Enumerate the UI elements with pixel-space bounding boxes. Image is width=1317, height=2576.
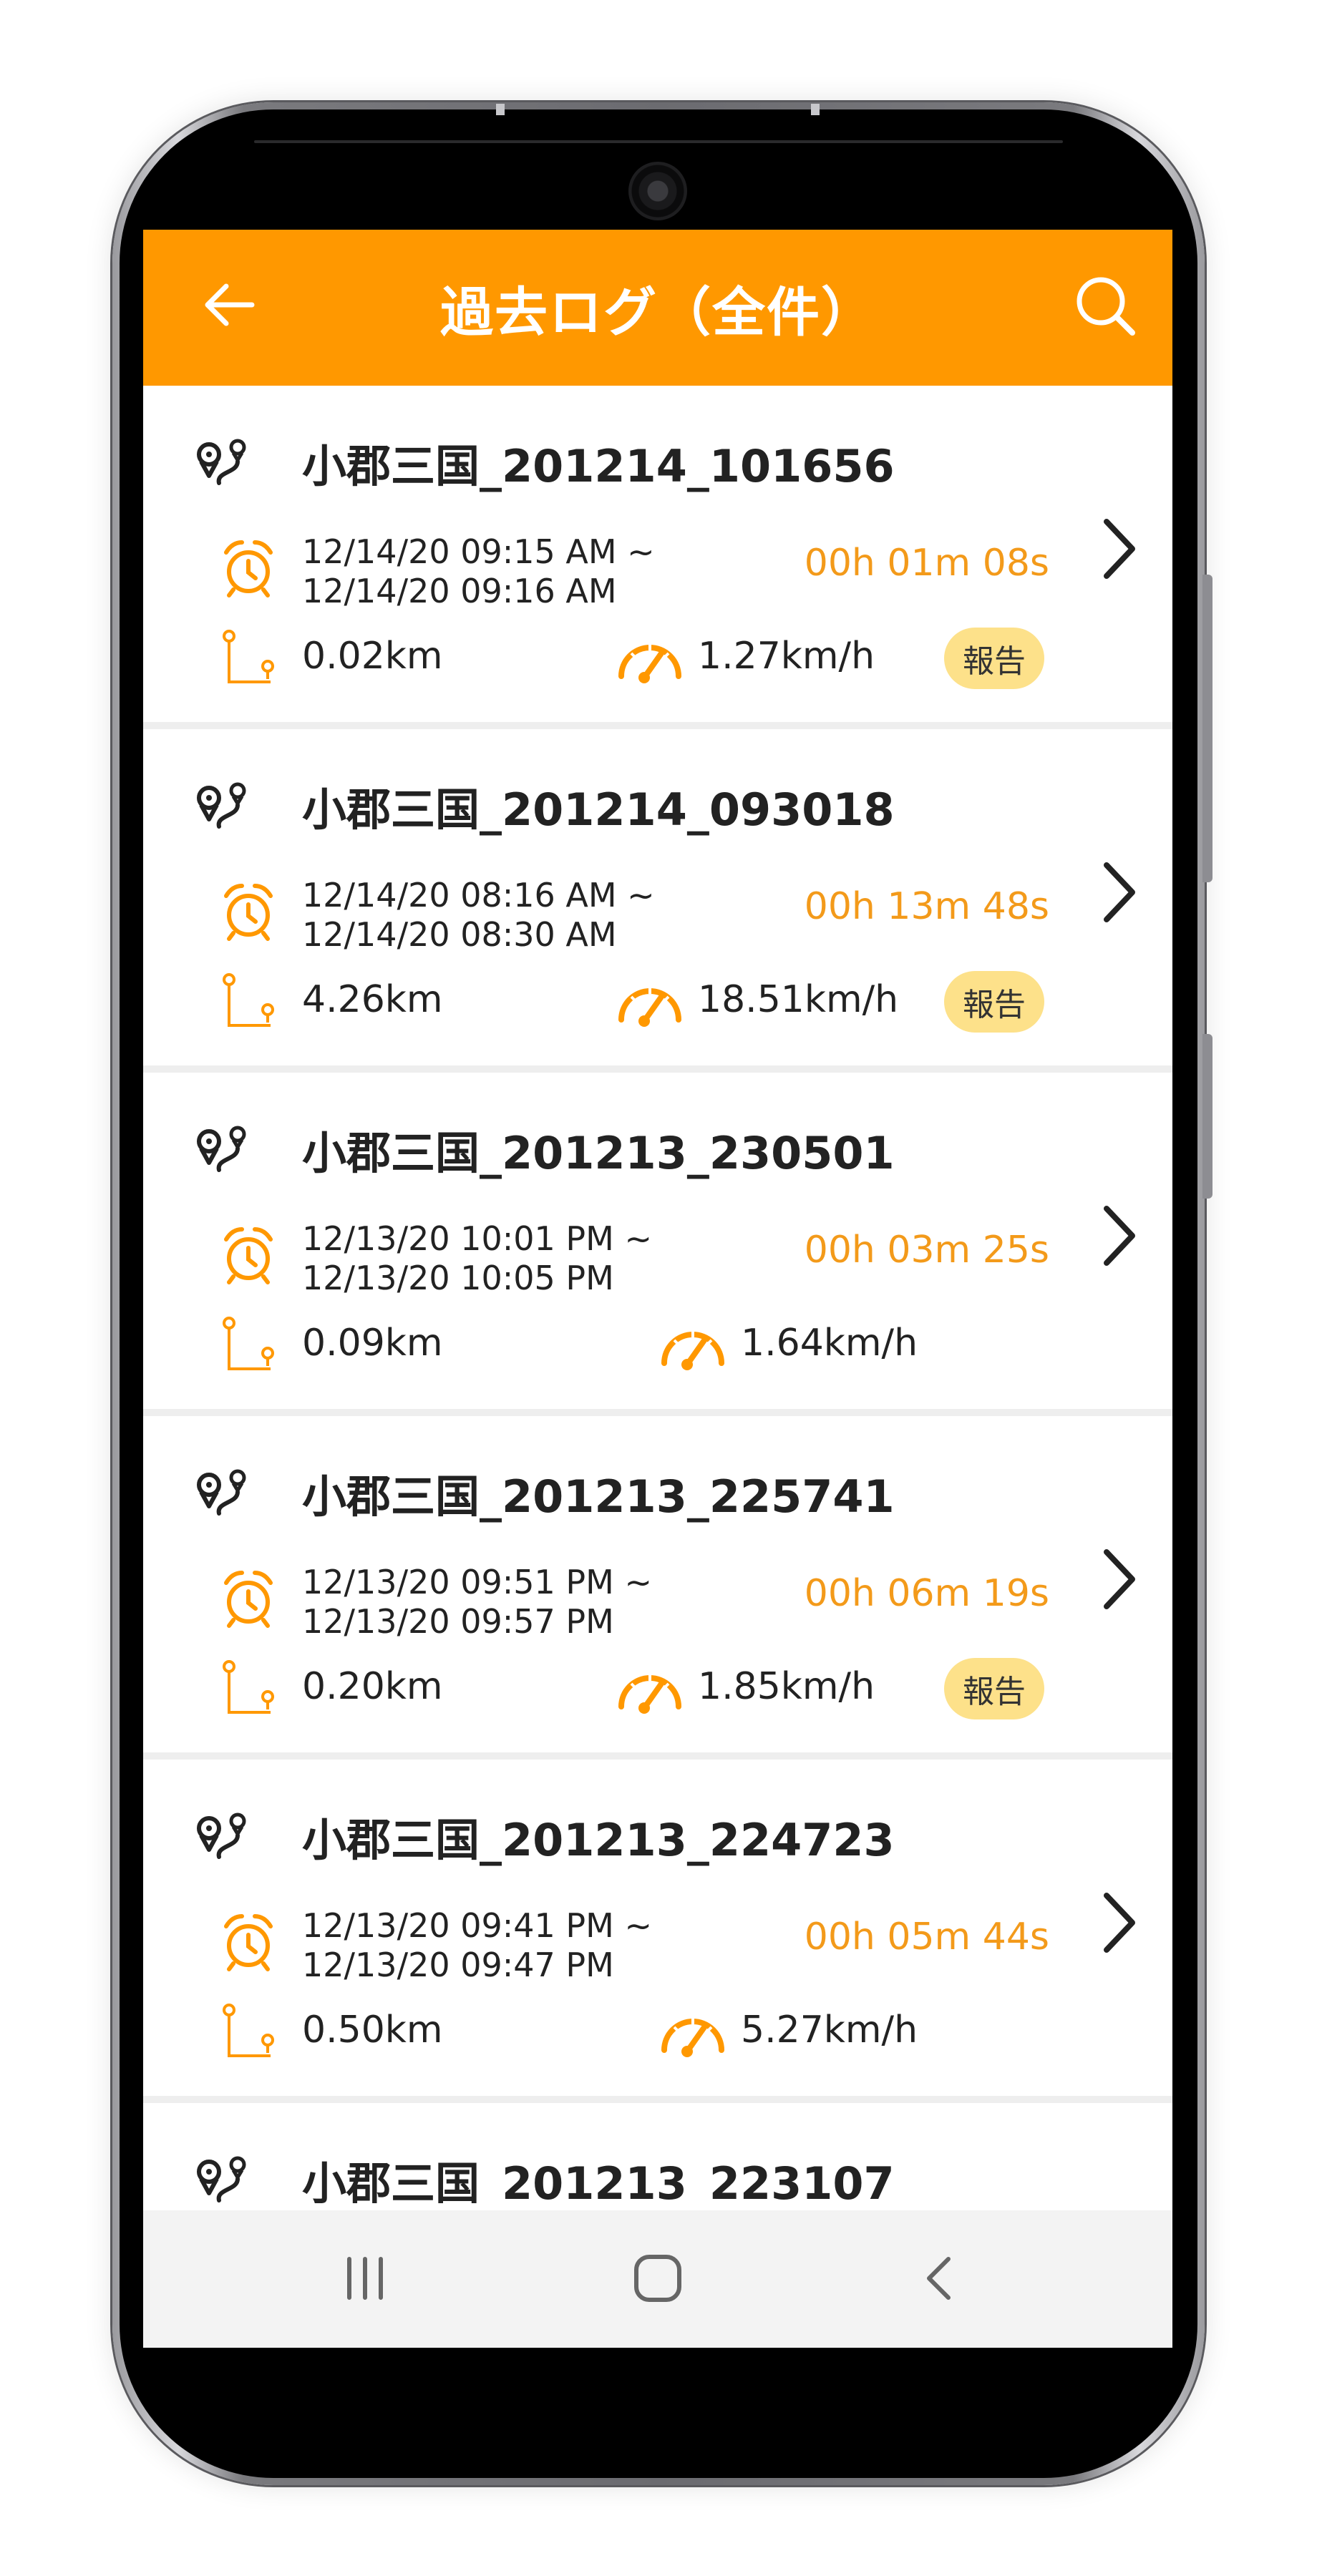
list-item[interactable]: 小郡三国_201213_230501 12/13/20 10:01 PM ~ 1… bbox=[143, 1073, 1172, 1409]
end-time: 12/13/20 09:47 PM bbox=[302, 1946, 614, 1984]
distance: 4.26km bbox=[302, 978, 443, 1021]
start-time: 12/14/20 09:15 AM ~ bbox=[302, 532, 655, 571]
chevron-right-icon bbox=[1104, 1893, 1135, 1953]
arrow-left-icon bbox=[205, 283, 255, 326]
distance-path-icon bbox=[223, 1660, 274, 1714]
list-divider bbox=[143, 1065, 1172, 1073]
list-item[interactable]: 小郡三国_201213_223107 bbox=[143, 2103, 1172, 2203]
duration: 00h 13m 48s bbox=[804, 885, 1049, 928]
route-pin-icon bbox=[197, 1469, 246, 1516]
home-icon bbox=[634, 2255, 681, 2302]
chevron-right-icon bbox=[1104, 1206, 1135, 1266]
chevron-right-icon bbox=[1104, 519, 1135, 579]
back-icon bbox=[927, 2257, 951, 2300]
speedometer-icon bbox=[618, 988, 681, 1027]
route-pin-icon bbox=[197, 2156, 246, 2202]
distance: 0.09km bbox=[302, 1322, 443, 1365]
end-time: 12/14/20 08:30 AM bbox=[302, 915, 617, 954]
average-speed: 1.64km/h bbox=[741, 1322, 918, 1365]
back-button[interactable] bbox=[190, 265, 268, 344]
duration: 00h 05m 44s bbox=[804, 1916, 1049, 1958]
log-list[interactable]: 小郡三国_201214_101656 12/14/20 09:15 AM ~ 1… bbox=[143, 386, 1172, 2203]
duration: 00h 06m 19s bbox=[804, 1572, 1049, 1615]
list-divider bbox=[143, 1409, 1172, 1416]
list-divider bbox=[143, 1752, 1172, 1760]
average-speed: 5.27km/h bbox=[741, 2009, 918, 2051]
start-time: 12/14/20 08:16 AM ~ bbox=[302, 876, 655, 914]
duration: 00h 01m 08s bbox=[804, 542, 1049, 585]
speedometer-icon bbox=[661, 1332, 724, 1370]
screen: 過去ログ（全件） 小郡三国_201214_101656 12/14/20 09:… bbox=[143, 230, 1172, 2348]
search-icon bbox=[1077, 277, 1135, 336]
distance: 0.50km bbox=[302, 2009, 443, 2051]
recent-apps-button[interactable] bbox=[322, 2239, 408, 2318]
search-button[interactable] bbox=[1065, 265, 1144, 344]
recent-apps-icon bbox=[347, 2257, 383, 2300]
log-title: 小郡三国_201213_223107 bbox=[302, 2157, 895, 2203]
system-nav-bar bbox=[143, 2210, 1172, 2348]
log-title: 小郡三国_201214_093018 bbox=[302, 784, 895, 836]
average-speed: 18.51km/h bbox=[698, 978, 899, 1021]
alarm-clock-icon bbox=[224, 1227, 273, 1284]
earpiece-speaker bbox=[254, 140, 1063, 143]
end-time: 12/13/20 10:05 PM bbox=[302, 1259, 614, 1297]
end-time: 12/13/20 09:57 PM bbox=[302, 1602, 614, 1641]
route-pin-icon bbox=[197, 1126, 246, 1172]
start-time: 12/13/20 09:51 PM ~ bbox=[302, 1563, 652, 1601]
alarm-clock-icon bbox=[224, 1571, 273, 1628]
distance: 0.02km bbox=[302, 635, 443, 678]
distance-path-icon bbox=[223, 973, 274, 1027]
start-time: 12/13/20 09:41 PM ~ bbox=[302, 1906, 652, 1945]
front-camera bbox=[628, 162, 687, 220]
app-bar: 過去ログ（全件） bbox=[143, 230, 1172, 386]
list-divider bbox=[143, 2096, 1172, 2103]
system-back-button[interactable] bbox=[898, 2239, 984, 2318]
frame-antenna-line bbox=[496, 104, 505, 115]
speedometer-icon bbox=[618, 1675, 681, 1714]
distance: 0.20km bbox=[302, 1665, 443, 1708]
route-pin-icon bbox=[197, 1813, 246, 1859]
log-title: 小郡三国_201214_101656 bbox=[302, 440, 895, 492]
average-speed: 1.85km/h bbox=[698, 1665, 875, 1708]
alarm-clock-icon bbox=[224, 884, 273, 941]
speedometer-icon bbox=[618, 645, 681, 683]
chevron-right-icon bbox=[1104, 862, 1135, 922]
distance-path-icon bbox=[223, 2004, 274, 2057]
start-time: 12/13/20 10:01 PM ~ bbox=[302, 1219, 652, 1258]
list-item[interactable]: 小郡三国_201214_093018 12/14/20 08:16 AM ~ 1… bbox=[143, 729, 1172, 1065]
alarm-clock-icon bbox=[224, 1914, 273, 1971]
end-time: 12/14/20 09:16 AM bbox=[302, 572, 617, 610]
report-button[interactable]: 報告 bbox=[944, 971, 1044, 1033]
report-button[interactable]: 報告 bbox=[944, 1658, 1044, 1719]
list-item[interactable]: 小郡三国_201213_225741 12/13/20 09:51 PM ~ 1… bbox=[143, 1416, 1172, 1752]
distance-path-icon bbox=[223, 630, 274, 683]
list-item[interactable]: 小郡三国_201213_224723 12/13/20 09:41 PM ~ 1… bbox=[143, 1760, 1172, 2096]
power-button bbox=[1202, 1034, 1212, 1199]
list-item[interactable]: 小郡三国_201214_101656 12/14/20 09:15 AM ~ 1… bbox=[143, 386, 1172, 722]
average-speed: 1.27km/h bbox=[698, 635, 875, 678]
report-button[interactable]: 報告 bbox=[944, 628, 1044, 689]
home-button[interactable] bbox=[615, 2239, 701, 2318]
list-divider bbox=[143, 722, 1172, 729]
distance-path-icon bbox=[223, 1317, 274, 1370]
log-title: 小郡三国_201213_224723 bbox=[302, 1814, 895, 1866]
volume-button bbox=[1202, 575, 1212, 882]
frame-antenna-line bbox=[811, 104, 820, 115]
log-title: 小郡三国_201213_225741 bbox=[302, 1470, 895, 1523]
device-canvas: 過去ログ（全件） 小郡三国_201214_101656 12/14/20 09:… bbox=[0, 0, 1317, 2576]
route-pin-icon bbox=[197, 782, 246, 829]
duration: 00h 03m 25s bbox=[804, 1229, 1049, 1272]
route-pin-icon bbox=[197, 439, 246, 485]
speedometer-icon bbox=[661, 2019, 724, 2057]
log-title: 小郡三国_201213_230501 bbox=[302, 1127, 895, 1179]
chevron-right-icon bbox=[1104, 1549, 1135, 1609]
page-title: 過去ログ（全件） bbox=[440, 281, 875, 343]
alarm-clock-icon bbox=[224, 540, 273, 597]
